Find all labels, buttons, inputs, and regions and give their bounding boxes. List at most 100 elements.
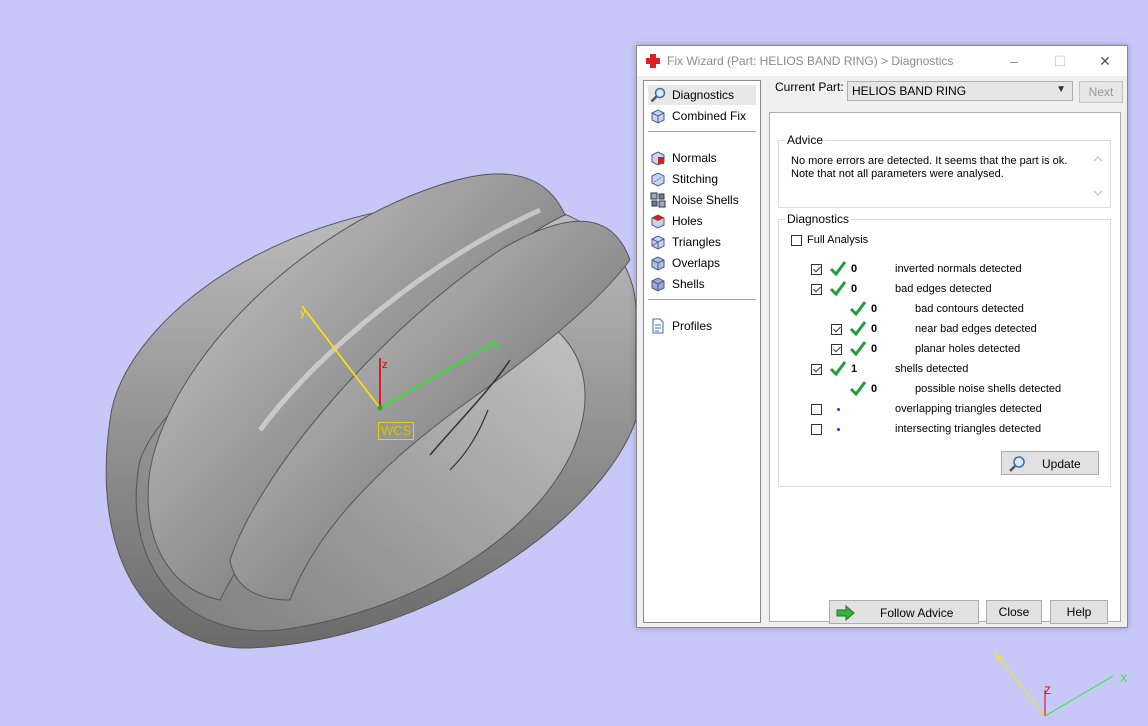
magnifier-icon: [650, 87, 666, 103]
bad-edges-count: 0: [851, 283, 858, 295]
planar-holes-checkbox[interactable]: [831, 344, 842, 355]
diagnostics-group: Diagnostics Full Analysis 0 inverted nor…: [778, 212, 1111, 487]
overlapping-triangles-label: overlapping triangles detected: [895, 403, 1042, 415]
green-check-icon: [829, 361, 847, 377]
fix-wizard-window: Fix Wizard (Part: HELIOS BAND RING) > Di…: [636, 45, 1128, 628]
nav-item-noise-shells[interactable]: Noise Shells: [648, 190, 756, 210]
wcs-x-label: x: [494, 341, 500, 353]
nav-item-label: Normals: [672, 151, 717, 165]
green-check-icon: [849, 301, 867, 317]
inverted-normals-count: 0: [851, 263, 858, 275]
cube-icon: [651, 109, 665, 124]
nav-item-normals[interactable]: Normals: [648, 148, 756, 168]
nav-item-profiles[interactable]: Profiles: [648, 316, 756, 336]
help-button[interactable]: Help: [1050, 600, 1108, 624]
mini-axis-x-label: X: [1120, 673, 1128, 685]
nav-item-label: Combined Fix: [672, 109, 747, 123]
update-button-label: Update: [1042, 457, 1081, 471]
chevron-down-icon: ▼: [1056, 84, 1066, 95]
advice-line-1: No more errors are detected. It seems th…: [791, 155, 1068, 167]
nav-item-overlaps[interactable]: Overlaps: [648, 253, 756, 273]
nav-item-label: Noise Shells: [672, 193, 739, 207]
advice-text: No more errors are detected. It seems th…: [791, 155, 1067, 181]
green-check-icon: [849, 341, 867, 357]
wcs-z-label: z: [382, 359, 388, 371]
bad-contours-label: bad contours detected: [915, 303, 1024, 315]
full-analysis-checkbox[interactable]: [791, 235, 802, 246]
shells-label: shells detected: [895, 363, 969, 375]
nav-item-label: Overlaps: [672, 256, 721, 270]
follow-advice-label: Follow Advice: [880, 606, 954, 620]
document-icon: [652, 318, 664, 334]
nav-divider: [648, 131, 756, 132]
main-panel: Advice No more errors are detected. It s…: [769, 112, 1121, 622]
window-title: Fix Wizard (Part: HELIOS BAND RING) > Di…: [667, 54, 954, 68]
nav-item-combined-fix[interactable]: Combined Fix: [648, 106, 756, 126]
bad-edges-checkbox[interactable]: [811, 284, 822, 295]
wcs-y-label: y: [300, 307, 306, 319]
normals-cube-icon: [651, 151, 665, 166]
bad-contours-count: 0: [871, 303, 878, 315]
intersecting-triangles-checkbox[interactable]: [811, 424, 822, 435]
pending-dot-icon: [837, 408, 840, 411]
close-window-button[interactable]: ✕: [1082, 46, 1128, 76]
overlaps-cube-icon: [651, 256, 665, 271]
current-part-label: Current Part:: [775, 80, 844, 94]
nav-item-triangles[interactable]: Triangles: [648, 232, 756, 252]
noise-shells-count: 0: [871, 383, 878, 395]
shells-checkbox[interactable]: [811, 364, 822, 375]
diagnostics-title: Diagnostics: [785, 212, 852, 226]
nav-item-diagnostics[interactable]: Diagnostics: [648, 85, 756, 105]
nav-item-label: Triangles: [672, 235, 721, 249]
planar-holes-label: planar holes detected: [915, 343, 1021, 355]
wcs-label: WCS: [378, 422, 415, 440]
current-part-select[interactable]: HELIOS BAND RING ▼: [847, 81, 1073, 101]
red-cross-icon: [646, 54, 660, 68]
title-bar[interactable]: Fix Wizard (Part: HELIOS BAND RING) > Di…: [637, 46, 1127, 76]
nav-item-label: Holes: [672, 214, 703, 228]
inverted-normals-checkbox[interactable]: [811, 264, 822, 275]
planar-holes-count: 0: [871, 343, 878, 355]
nav-item-stitching[interactable]: Stitching: [648, 169, 756, 189]
advice-group: Advice No more errors are detected. It s…: [778, 133, 1111, 208]
overlapping-triangles-checkbox[interactable]: [811, 404, 822, 415]
wizard-nav: Diagnostics Combined Fix Normals Stitchi…: [643, 80, 761, 623]
inverted-normals-label: inverted normals detected: [895, 263, 1022, 275]
shells-count: 1: [851, 363, 858, 375]
mini-axis-z-label: Z: [1044, 685, 1051, 697]
green-arrow-icon: [836, 604, 855, 622]
triangles-cube-icon: [651, 235, 665, 250]
green-check-icon: [849, 321, 867, 337]
update-button[interactable]: Update: [1001, 451, 1099, 475]
noise-shells-icon: [650, 192, 666, 208]
mini-axis-y-label: X: [995, 653, 1003, 665]
intersecting-triangles-label: intersecting triangles detected: [895, 423, 1042, 435]
maximize-button[interactable]: ☐: [1037, 46, 1083, 76]
pending-dot-icon: [837, 428, 840, 431]
bad-edges-label: bad edges detected: [895, 283, 992, 295]
nav-item-shells[interactable]: Shells: [648, 274, 756, 294]
advice-scrollbar[interactable]: [1090, 153, 1106, 199]
holes-cube-icon: [651, 214, 665, 229]
magnifier-icon: [1009, 456, 1025, 472]
near-bad-edges-checkbox[interactable]: [831, 324, 842, 335]
green-check-icon: [829, 261, 847, 277]
current-part-value: HELIOS BAND RING: [852, 84, 967, 98]
follow-advice-button[interactable]: Follow Advice: [829, 600, 979, 624]
nav-item-label: Diagnostics: [672, 88, 735, 102]
near-bad-edges-label: near bad edges detected: [915, 323, 1037, 335]
green-check-icon: [829, 281, 847, 297]
shells-cube-icon: [651, 277, 665, 292]
nav-item-label: Stitching: [672, 172, 719, 186]
next-button[interactable]: Next: [1079, 81, 1123, 103]
noise-shells-label: possible noise shells detected: [915, 383, 1062, 395]
close-button[interactable]: Close: [986, 600, 1042, 624]
nav-item-label: Shells: [672, 277, 705, 291]
nav-item-holes[interactable]: Holes: [648, 211, 756, 231]
nav-divider: [648, 299, 756, 300]
minimize-button[interactable]: –: [991, 46, 1037, 76]
full-analysis-label: Full Analysis: [807, 234, 869, 246]
nav-item-label: Profiles: [672, 319, 713, 333]
advice-line-2: Note that not all parameters were analys…: [791, 168, 1004, 180]
near-bad-edges-count: 0: [871, 323, 878, 335]
